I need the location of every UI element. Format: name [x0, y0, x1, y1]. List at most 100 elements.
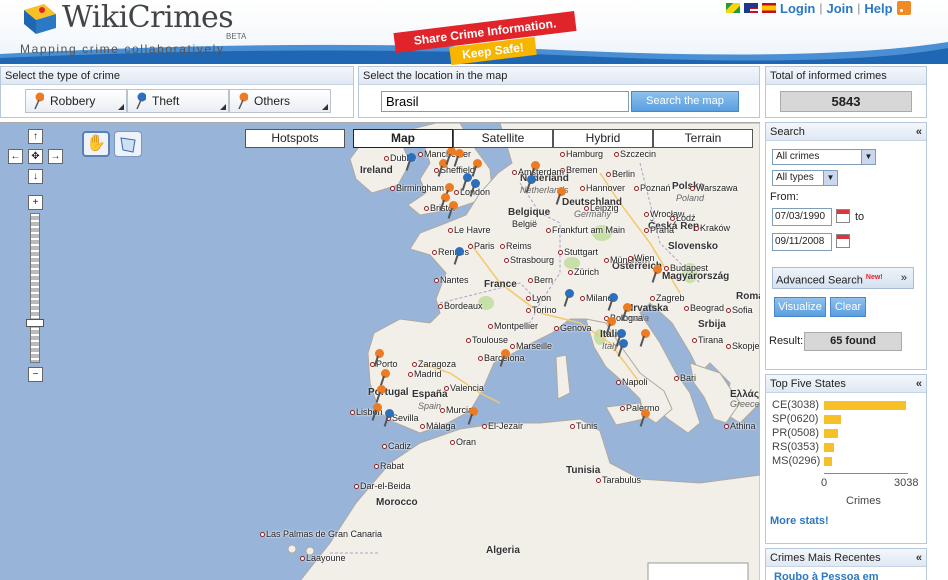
pin-needle — [555, 193, 561, 205]
robbery-pin-icon[interactable] — [639, 329, 650, 347]
axis-title: Crimes — [846, 495, 881, 507]
city-label: Skopje — [732, 341, 760, 351]
city-marker — [444, 386, 449, 391]
calendar-icon[interactable] — [836, 209, 850, 223]
city-marker — [420, 424, 425, 429]
theft-pin-icon[interactable] — [405, 153, 416, 171]
zoom-slider-thumb[interactable] — [26, 319, 44, 327]
visualize-button[interactable]: Visualize — [774, 297, 826, 317]
city-label: Las Palmas de Gran Canaria — [266, 529, 383, 539]
total-crimes-panel: Total of informed crimes 5843 — [765, 66, 927, 118]
us-flag-icon[interactable] — [744, 3, 758, 13]
zoom-slider-track[interactable] — [30, 213, 40, 363]
search-map-button[interactable]: Search the map — [631, 91, 739, 112]
crimes-select[interactable]: All crimes ▼ — [772, 149, 876, 165]
to-date-input[interactable]: 09/11/2008 — [772, 233, 832, 251]
search-panel: Search « All crimes ▼ All types ▼ From: … — [765, 122, 927, 370]
search-title: Search « — [766, 123, 926, 141]
city-label: Torino — [532, 305, 557, 315]
beta-badge: BETA — [226, 32, 247, 41]
hand-tool-icon[interactable]: ✋ — [82, 131, 110, 157]
advanced-search-button[interactable]: Advanced Search New! » — [772, 267, 914, 289]
recent-crime-item[interactable]: Roubo à Pessoa em — [774, 571, 879, 580]
city-label: Bari — [680, 373, 697, 383]
others-button[interactable]: Others — [229, 89, 331, 113]
robbery-pin-icon[interactable] — [621, 303, 632, 321]
city-marker — [580, 296, 585, 301]
rss-icon[interactable] — [896, 1, 911, 15]
city-marker — [644, 228, 649, 233]
pan-left-button[interactable]: ← — [8, 149, 23, 164]
theft-pin-icon[interactable] — [617, 339, 628, 357]
city-label: Madrid — [414, 369, 442, 379]
state-label: CE(3038) — [772, 399, 820, 411]
crime-map[interactable]: Ireland Nederland Deutschland Belgique B… — [0, 122, 760, 580]
zoom-in-button[interactable]: + — [28, 195, 43, 210]
pan-down-button[interactable]: ↓ — [28, 169, 43, 184]
from-date-input[interactable]: 07/03/1990 — [772, 208, 832, 226]
theft-pin-icon[interactable] — [607, 293, 618, 311]
city-marker — [450, 440, 455, 445]
robbery-pin-icon[interactable] — [639, 409, 650, 427]
state-label: RS(0353) — [772, 441, 820, 453]
robbery-pin-icon[interactable] — [373, 349, 384, 367]
theft-pin-icon[interactable] — [469, 179, 480, 197]
robbery-pin-icon[interactable] — [555, 187, 566, 205]
city-label: Montpellier — [494, 321, 539, 331]
city-marker — [690, 186, 695, 191]
login-link[interactable]: Login — [780, 1, 815, 16]
area-select-icon[interactable] — [114, 131, 142, 157]
robbery-pin-icon[interactable] — [605, 317, 616, 335]
robbery-pin-icon[interactable] — [447, 201, 458, 219]
state-label: MS(0296) — [772, 455, 821, 467]
robbery-pin-icon[interactable] — [651, 265, 662, 283]
map-type-hybrid[interactable]: Hybrid — [553, 129, 653, 148]
theft-pin-icon[interactable] — [383, 409, 394, 427]
pan-center-button[interactable]: ✥ — [28, 149, 43, 164]
city-marker — [694, 226, 699, 231]
map-type-satellite[interactable]: Satellite — [453, 129, 553, 148]
theft-pin-icon[interactable] — [525, 175, 536, 193]
map-type-map[interactable]: Map — [353, 129, 453, 148]
city-marker — [350, 410, 355, 415]
calendar-icon[interactable] — [836, 234, 850, 248]
city-label: Paris — [474, 241, 495, 251]
help-link[interactable]: Help — [864, 1, 892, 16]
robbery-pin-icon[interactable] — [467, 407, 478, 425]
map-type-hotspots[interactable]: Hotspots — [245, 129, 345, 148]
more-stats-link[interactable]: More stats! — [770, 515, 829, 527]
collapse-icon[interactable]: « — [916, 123, 922, 141]
theft-button[interactable]: Theft — [127, 89, 229, 113]
logo-text[interactable]: WikiCrimes — [62, 0, 234, 35]
robbery-pin-icon[interactable] — [471, 159, 482, 177]
city-marker — [570, 424, 575, 429]
robbery-pin-icon[interactable] — [453, 149, 464, 167]
spain-flag-icon[interactable] — [762, 3, 776, 13]
types-select[interactable]: All types ▼ — [772, 170, 838, 186]
country-label: Morocco — [376, 497, 418, 508]
theft-pin-icon[interactable] — [563, 289, 574, 307]
new-badge: New! — [865, 274, 883, 281]
city-marker — [670, 216, 675, 221]
map-type-terrain[interactable]: Terrain — [653, 129, 753, 148]
zoom-out-button[interactable]: − — [28, 367, 43, 382]
pan-right-button[interactable]: → — [48, 149, 63, 164]
robbery-pin-icon[interactable] — [371, 403, 382, 421]
city-label: Zaragoza — [418, 359, 457, 369]
nav-separator: | — [819, 1, 823, 15]
brazil-flag-icon[interactable] — [726, 3, 740, 13]
pin-needle — [651, 271, 657, 283]
robbery-pin-icon[interactable] — [499, 349, 510, 367]
collapse-icon[interactable]: « — [916, 375, 922, 393]
location-input[interactable] — [381, 91, 629, 112]
robbery-button[interactable]: Robbery — [25, 89, 127, 113]
theft-pin-icon[interactable] — [453, 247, 464, 265]
city-label: Oran — [456, 437, 477, 447]
collapse-icon[interactable]: « — [916, 549, 922, 567]
robbery-pin-icon[interactable] — [375, 385, 386, 403]
city-label: Stuttgart — [564, 247, 599, 257]
pan-up-button[interactable]: ↑ — [28, 129, 43, 144]
clear-button[interactable]: Clear — [830, 297, 866, 317]
join-link[interactable]: Join — [827, 1, 854, 16]
city-label: Genova — [560, 323, 592, 333]
